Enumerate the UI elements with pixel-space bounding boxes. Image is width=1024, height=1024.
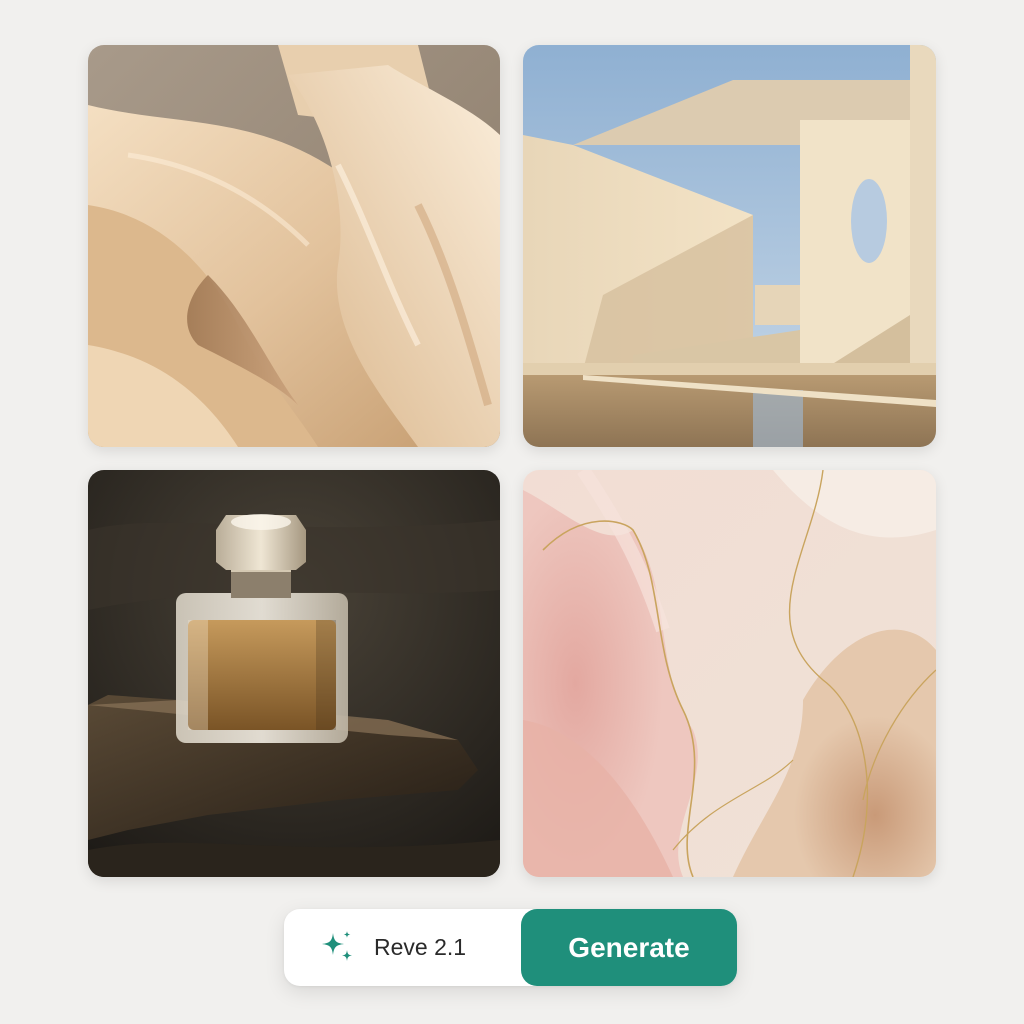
page: Reve 2.1 Generate — [0, 0, 1024, 1024]
generate-button[interactable]: Generate — [521, 909, 737, 986]
gallery-image-silk-dress[interactable] — [88, 45, 500, 447]
marble-artwork — [523, 470, 936, 877]
perfume-artwork — [88, 470, 500, 877]
gallery-image-marble[interactable] — [523, 470, 936, 877]
architecture-artwork — [523, 45, 936, 447]
generate-bar: Reve 2.1 Generate — [284, 909, 737, 986]
gallery-image-architecture[interactable] — [523, 45, 936, 447]
silk-dress-artwork — [88, 45, 500, 447]
sparkle-icon — [318, 929, 356, 967]
model-selector[interactable]: Reve 2.1 — [284, 909, 521, 986]
model-label: Reve 2.1 — [374, 934, 467, 960]
gallery-image-perfume[interactable] — [88, 470, 500, 877]
